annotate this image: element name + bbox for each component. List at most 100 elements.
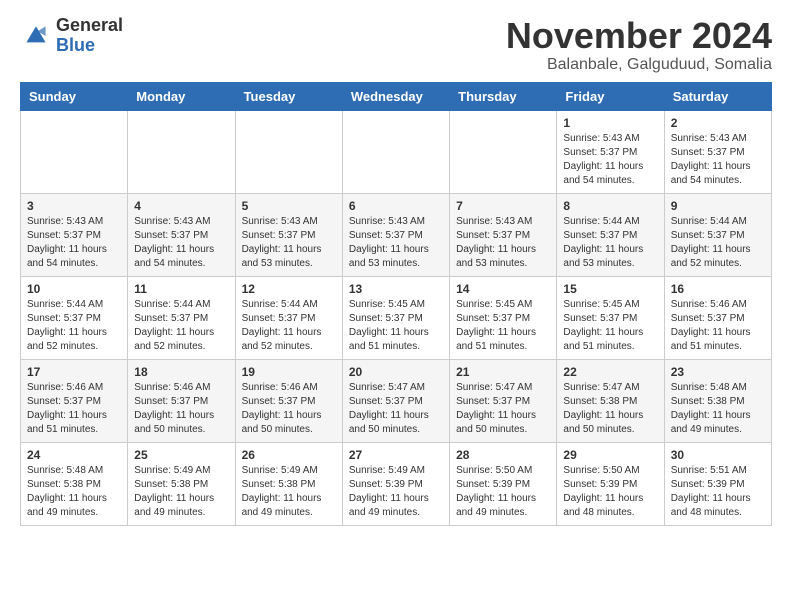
calendar-page: General Blue November 2024 Balanbale, Ga… (0, 0, 792, 546)
calendar-cell: 10 Sunrise: 5:44 AM Sunset: 5:37 PM Dayli… (21, 276, 128, 359)
day-number: 3 (27, 199, 121, 213)
calendar-cell: 8Sunrise: 5:44 AM Sunset: 5:37 PM Daylig… (557, 193, 664, 276)
weekday-header-friday: Friday (557, 82, 664, 110)
day-info: Sunrise: 5:46 AM Sunset: 5:37 PM Dayligh… (27, 381, 121, 437)
day-info: Sunrise: 5:43 AM Sunset: 5:37 PM Dayligh… (242, 215, 336, 271)
calendar-cell: 30 Sunrise: 5:51 AM Sunset: 5:39 PM Dayli… (664, 442, 771, 525)
calendar-cell: 12 Sunrise: 5:44 AM Sunset: 5:37 PM Dayli… (235, 276, 342, 359)
day-info: Sunrise: 5:45 AM Sunset: 5:37 PM Dayligh… (349, 298, 443, 354)
day-info: Sunrise: 5:48 AM Sunset: 5:38 PM Dayligh… (671, 381, 765, 437)
calendar-cell (21, 110, 128, 193)
day-info: Sunrise: 5:46 AM Sunset: 5:37 PM Dayligh… (242, 381, 336, 437)
calendar-cell: 15Sunrise: 5:45 AM Sunset: 5:37 PM Dayli… (557, 276, 664, 359)
calendar-cell: 29 Sunrise: 5:50 AM Sunset: 5:39 PM Dayli… (557, 442, 664, 525)
calendar-cell (450, 110, 557, 193)
day-info: Sunrise: 5:43 AM Sunset: 5:37 PM Dayligh… (563, 132, 657, 188)
day-number: 18 (134, 365, 228, 379)
weekday-header-thursday: Thursday (450, 82, 557, 110)
day-info: Sunrise: 5:43 AM Sunset: 5:37 PM Dayligh… (134, 215, 228, 271)
calendar-cell (342, 110, 449, 193)
weekday-header-wednesday: Wednesday (342, 82, 449, 110)
day-number: 16 (671, 282, 765, 296)
calendar-cell: 22 Sunrise: 5:47 AM Sunset: 5:38 PM Dayli… (557, 359, 664, 442)
calendar-cell: 21 Sunrise: 5:47 AM Sunset: 5:37 PM Dayli… (450, 359, 557, 442)
calendar-cell: 11 Sunrise: 5:44 AM Sunset: 5:37 PM Dayli… (128, 276, 235, 359)
day-info: Sunrise: 5:45 AM Sunset: 5:37 PM Dayligh… (456, 298, 550, 354)
weekday-header-monday: Monday (128, 82, 235, 110)
calendar-week-2: 3 Sunrise: 5:43 AM Sunset: 5:37 PM Daylig… (21, 193, 772, 276)
day-number: 7 (456, 199, 550, 213)
weekday-header-tuesday: Tuesday (235, 82, 342, 110)
calendar-week-4: 17Sunrise: 5:46 AM Sunset: 5:37 PM Dayli… (21, 359, 772, 442)
day-info: Sunrise: 5:44 AM Sunset: 5:37 PM Dayligh… (671, 215, 765, 271)
day-number: 30 (671, 448, 765, 462)
day-number: 1 (563, 116, 657, 130)
day-info: Sunrise: 5:44 AM Sunset: 5:37 PM Dayligh… (27, 298, 121, 354)
calendar-week-1: 1 Sunrise: 5:43 AM Sunset: 5:37 PM Daylig… (21, 110, 772, 193)
day-info: Sunrise: 5:49 AM Sunset: 5:38 PM Dayligh… (242, 464, 336, 520)
calendar-cell: 14 Sunrise: 5:45 AM Sunset: 5:37 PM Dayli… (450, 276, 557, 359)
day-number: 21 (456, 365, 550, 379)
calendar-cell: 7 Sunrise: 5:43 AM Sunset: 5:37 PM Daylig… (450, 193, 557, 276)
day-info: Sunrise: 5:47 AM Sunset: 5:38 PM Dayligh… (563, 381, 657, 437)
calendar-cell: 28Sunrise: 5:50 AM Sunset: 5:39 PM Dayli… (450, 442, 557, 525)
day-number: 12 (242, 282, 336, 296)
month-title: November 2024 (506, 16, 772, 56)
calendar-cell: 23Sunrise: 5:48 AM Sunset: 5:38 PM Dayli… (664, 359, 771, 442)
day-number: 24 (27, 448, 121, 462)
calendar-cell: 1 Sunrise: 5:43 AM Sunset: 5:37 PM Daylig… (557, 110, 664, 193)
calendar-cell: 2 Sunrise: 5:43 AM Sunset: 5:37 PM Daylig… (664, 110, 771, 193)
calendar-cell: 20Sunrise: 5:47 AM Sunset: 5:37 PM Dayli… (342, 359, 449, 442)
day-number: 5 (242, 199, 336, 213)
calendar-cell: 3 Sunrise: 5:43 AM Sunset: 5:37 PM Daylig… (21, 193, 128, 276)
logo-blue: Blue (56, 35, 95, 55)
calendar-cell: 9Sunrise: 5:44 AM Sunset: 5:37 PM Daylig… (664, 193, 771, 276)
logo-general: General (56, 15, 123, 35)
day-info: Sunrise: 5:44 AM Sunset: 5:37 PM Dayligh… (242, 298, 336, 354)
day-number: 26 (242, 448, 336, 462)
day-info: Sunrise: 5:51 AM Sunset: 5:39 PM Dayligh… (671, 464, 765, 520)
day-info: Sunrise: 5:43 AM Sunset: 5:37 PM Dayligh… (456, 215, 550, 271)
calendar-cell: 6Sunrise: 5:43 AM Sunset: 5:37 PM Daylig… (342, 193, 449, 276)
day-info: Sunrise: 5:47 AM Sunset: 5:37 PM Dayligh… (456, 381, 550, 437)
day-info: Sunrise: 5:43 AM Sunset: 5:37 PM Dayligh… (671, 132, 765, 188)
calendar-cell: 24 Sunrise: 5:48 AM Sunset: 5:38 PM Dayli… (21, 442, 128, 525)
day-number: 27 (349, 448, 443, 462)
calendar-cell: 25 Sunrise: 5:49 AM Sunset: 5:38 PM Dayli… (128, 442, 235, 525)
day-number: 6 (349, 199, 443, 213)
day-info: Sunrise: 5:47 AM Sunset: 5:37 PM Dayligh… (349, 381, 443, 437)
day-info: Sunrise: 5:50 AM Sunset: 5:39 PM Dayligh… (563, 464, 657, 520)
day-number: 14 (456, 282, 550, 296)
day-info: Sunrise: 5:50 AM Sunset: 5:39 PM Dayligh… (456, 464, 550, 520)
title-block: November 2024 Balanbale, Galguduud, Soma… (506, 16, 772, 74)
day-info: Sunrise: 5:48 AM Sunset: 5:38 PM Dayligh… (27, 464, 121, 520)
day-number: 25 (134, 448, 228, 462)
day-number: 29 (563, 448, 657, 462)
calendar-cell: 4 Sunrise: 5:43 AM Sunset: 5:37 PM Daylig… (128, 193, 235, 276)
day-number: 19 (242, 365, 336, 379)
day-info: Sunrise: 5:44 AM Sunset: 5:37 PM Dayligh… (134, 298, 228, 354)
logo: General Blue (20, 16, 123, 56)
weekday-header-sunday: Sunday (21, 82, 128, 110)
calendar-cell: 19 Sunrise: 5:46 AM Sunset: 5:37 PM Dayli… (235, 359, 342, 442)
weekday-header-saturday: Saturday (664, 82, 771, 110)
page-header: General Blue November 2024 Balanbale, Ga… (20, 16, 772, 74)
weekday-header-row: SundayMondayTuesdayWednesdayThursdayFrid… (21, 82, 772, 110)
calendar-cell: 27 Sunrise: 5:49 AM Sunset: 5:39 PM Dayli… (342, 442, 449, 525)
day-number: 10 (27, 282, 121, 296)
calendar-cell: 18 Sunrise: 5:46 AM Sunset: 5:37 PM Dayli… (128, 359, 235, 442)
day-number: 4 (134, 199, 228, 213)
calendar-cell: 26 Sunrise: 5:49 AM Sunset: 5:38 PM Dayli… (235, 442, 342, 525)
day-info: Sunrise: 5:49 AM Sunset: 5:39 PM Dayligh… (349, 464, 443, 520)
day-number: 22 (563, 365, 657, 379)
day-number: 15 (563, 282, 657, 296)
day-number: 11 (134, 282, 228, 296)
logo-text: General Blue (56, 16, 123, 56)
calendar-cell (128, 110, 235, 193)
day-info: Sunrise: 5:49 AM Sunset: 5:38 PM Dayligh… (134, 464, 228, 520)
day-info: Sunrise: 5:43 AM Sunset: 5:37 PM Dayligh… (27, 215, 121, 271)
calendar-cell: 5 Sunrise: 5:43 AM Sunset: 5:37 PM Daylig… (235, 193, 342, 276)
day-number: 2 (671, 116, 765, 130)
calendar-cell: 13Sunrise: 5:45 AM Sunset: 5:37 PM Dayli… (342, 276, 449, 359)
day-info: Sunrise: 5:46 AM Sunset: 5:37 PM Dayligh… (134, 381, 228, 437)
